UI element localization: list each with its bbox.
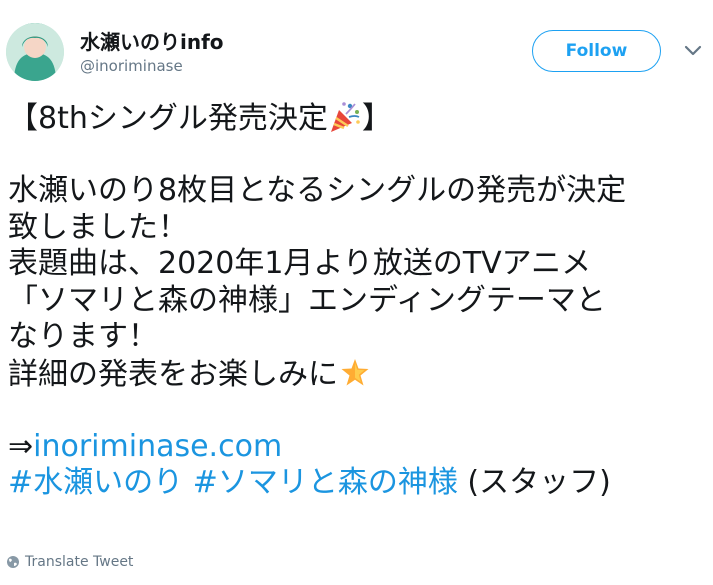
- translate-tweet-button[interactable]: Translate Tweet: [6, 554, 133, 570]
- tweet-line: 致しました！: [8, 209, 188, 245]
- chevron-down-icon[interactable]: [683, 44, 703, 58]
- tweet-heading: 【8thシングル発売決定 】: [8, 101, 392, 136]
- tweet-line: なります！: [8, 319, 158, 354]
- avatar[interactable]: [6, 23, 64, 81]
- user-handle[interactable]: @inoriminase: [80, 57, 183, 75]
- tweet-line: 詳細の発表をお楽しみに: [8, 356, 708, 393]
- party-popper-icon: [330, 102, 360, 132]
- display-name[interactable]: 水瀬いのりinfo: [80, 26, 224, 55]
- tweet-text: 【8thシングル発売決定 】 水瀬いのり8枚目となるシングルの発売が決定 致しま…: [8, 100, 708, 502]
- tweet-line: 「ソマリと森の神様」エンディングテーマと: [8, 282, 606, 318]
- follow-button[interactable]: Follow: [532, 30, 661, 72]
- tweet-line: 表題曲は、2020年1月より放送のTVアニメ: [8, 246, 592, 281]
- website-link[interactable]: inoriminase.com: [33, 429, 282, 464]
- hashtag-link[interactable]: #ソマリと森の神様: [193, 465, 458, 500]
- website-link-line: ⇒inoriminase.com: [8, 428, 283, 464]
- tweet-line: 水瀬いのり8枚目となるシングルの発売が決定: [8, 173, 627, 208]
- globe-icon: [7, 556, 19, 568]
- translate-label[interactable]: Translate Tweet: [25, 554, 133, 570]
- hashtag-line: #水瀬いのり #ソマリと森の神様 (スタッフ): [8, 465, 611, 500]
- hashtag-link[interactable]: #水瀬いのり: [8, 465, 183, 500]
- glowing-star-icon: [341, 358, 369, 385]
